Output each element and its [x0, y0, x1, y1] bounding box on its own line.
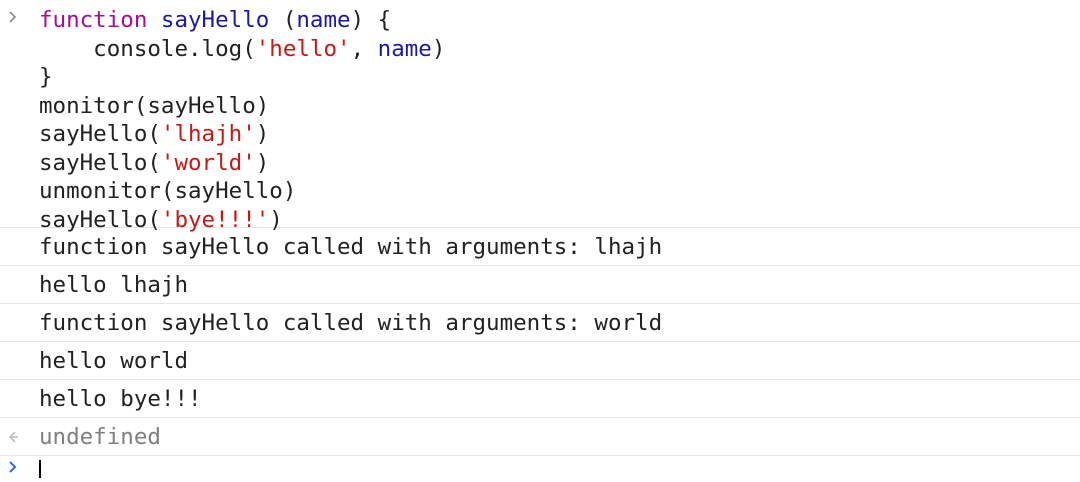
code-line: sayHello('world')	[0, 149, 1080, 178]
code-line: sayHello('bye!!!')	[0, 206, 1080, 235]
console-log-message: function sayHello called with arguments:…	[0, 304, 1080, 342]
console-messages: function sayHello called with arguments:…	[0, 228, 1080, 418]
code-token: (	[269, 7, 297, 33]
code-token: name	[296, 7, 351, 33]
console-log-message: hello bye!!!	[0, 380, 1080, 418]
console-log-message: hello world	[0, 342, 1080, 380]
code-token: )	[255, 121, 270, 147]
console-input-entry[interactable]: function sayHello (name) { console.log('…	[0, 0, 1080, 233]
code-line: unmonitor(sayHello)	[0, 177, 1080, 206]
code-line: console.log('hello', name)	[0, 35, 1080, 64]
code-token: }	[39, 64, 53, 90]
code-token: )	[431, 35, 446, 62]
code-block: function sayHello (name) { console.log('…	[0, 6, 1080, 234]
code-token: sayHello	[160, 7, 270, 33]
result-value: undefined	[39, 424, 161, 450]
code-token: )	[269, 206, 283, 233]
console-prompt-input[interactable]	[0, 456, 1080, 478]
code-token: sayHello(	[39, 121, 161, 147]
text-caret	[39, 460, 41, 478]
code-line: sayHello('lhajh')	[0, 120, 1080, 149]
code-token: monitor(sayHello)	[39, 92, 270, 119]
code-line: monitor(sayHello)	[0, 92, 1080, 121]
console-panel: function sayHello (name) { console.log('…	[0, 0, 1080, 482]
code-token: 'world'	[160, 149, 256, 176]
code-token: 'lhajh'	[160, 121, 256, 147]
code-token: name	[377, 35, 432, 62]
code-token: 'hello'	[255, 35, 351, 62]
code-token: function	[39, 7, 148, 33]
chevron-right-icon	[8, 460, 18, 477]
console-log-message: hello lhajh	[0, 266, 1080, 304]
code-token: 'bye!!!'	[160, 206, 270, 233]
code-token: ,	[350, 35, 378, 62]
code-token: )	[255, 149, 270, 176]
code-token: sayHello(	[39, 149, 161, 176]
code-line: }	[0, 63, 1080, 92]
code-line: function sayHello (name) {	[0, 6, 1080, 35]
code-token: ) {	[350, 7, 392, 33]
chevron-right-icon	[8, 10, 20, 28]
code-token: sayHello(	[39, 206, 161, 233]
code-token: console.log(	[39, 35, 256, 62]
result-row: undefined	[0, 418, 1080, 456]
code-token: unmonitor(sayHello)	[39, 178, 297, 204]
